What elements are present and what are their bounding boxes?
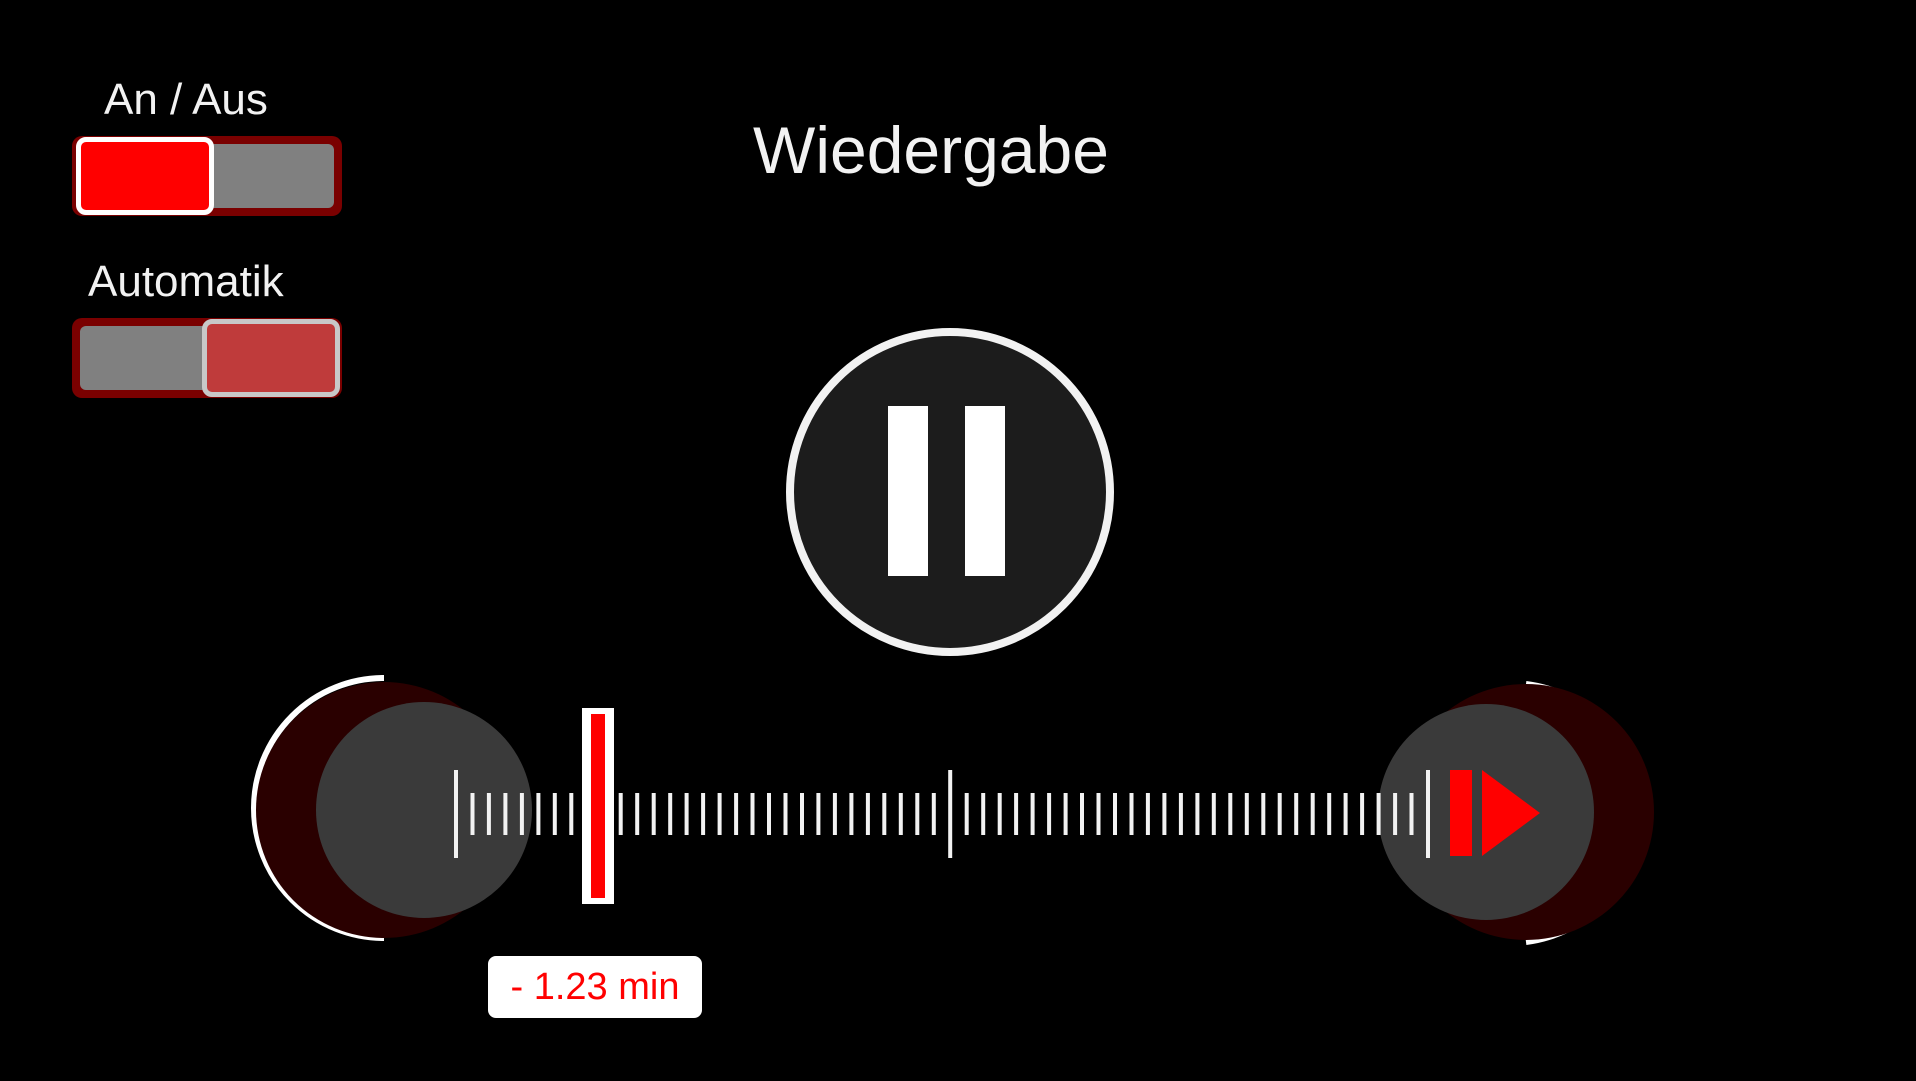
scrubber-tick [1129,793,1134,835]
scrubber-tick [1376,793,1381,835]
scrubber-tick [1113,793,1117,835]
scrubber-tick [618,793,623,835]
scrubber-tick [519,793,524,835]
scrubber-tick [734,793,739,835]
scrubber-tick [1343,793,1348,835]
scrubber-tick [651,793,656,835]
scrubber-tick [964,793,969,835]
scrubber-tick [816,793,821,835]
forward-button[interactable] [1378,681,1654,945]
scrubber-tick [832,793,837,835]
scrubber-tick [1162,793,1167,835]
scrubber-tick [668,793,673,835]
scrubber-tick [1277,793,1282,835]
scrubber-tick [503,793,508,835]
scrubber-tick [1294,793,1299,835]
scrubber-tick [1261,793,1266,835]
playhead[interactable] [582,708,614,904]
remaining-time-label: - 1.23 min [488,956,702,1018]
scrubber-tick [1063,793,1068,835]
scrubber-tick [1310,793,1315,835]
scrubber-major-tick [1426,770,1430,858]
scrubber-tick [800,793,804,835]
scrubber-tick [701,793,706,835]
scrubber-tick [997,793,1002,835]
scrubber-tick [865,793,870,835]
scrubber-tick [635,793,640,835]
scrubber-tick [1014,793,1019,835]
scrubber-tick [898,793,903,835]
scrubber-tick [1145,793,1150,835]
scrubber-tick [1211,793,1216,835]
scrubber-tick [1047,793,1052,835]
scrubber-tick [1096,793,1101,835]
scrubber-tick [915,793,920,835]
scrubber-tick [486,793,491,835]
scrubber-tick [569,793,574,835]
scrubber-major-tick [948,770,953,858]
player-graphics [251,328,1654,945]
scrubber-tick [849,793,854,835]
scrubber-tick [1327,793,1332,835]
scrubber-tick [536,793,541,835]
scrubber-tick [1178,793,1183,835]
scrubber-tick [1030,793,1035,835]
scrubber-tick [981,793,986,835]
scrubber-tick [1360,793,1365,835]
scrubber-major-tick [454,770,458,858]
scrubber-tick [931,793,936,835]
scrubber-tick [1409,793,1414,835]
scrubber-tick [1244,793,1249,835]
scrubber-tick [1393,793,1398,835]
scrubber-tick [684,793,689,835]
scrubber-tick [552,793,557,835]
scrubber-tick [470,793,475,835]
scrubber-tick [1228,793,1233,835]
scrubber-tick [1080,793,1084,835]
scrubber-tick [767,793,771,835]
scrubber-tick [1195,793,1200,835]
scrubber-tick [882,793,887,835]
pause-button[interactable] [786,328,1114,656]
scrubber-tick [717,793,722,835]
scrubber-tick [783,793,788,835]
scrubber-tick [750,793,755,835]
